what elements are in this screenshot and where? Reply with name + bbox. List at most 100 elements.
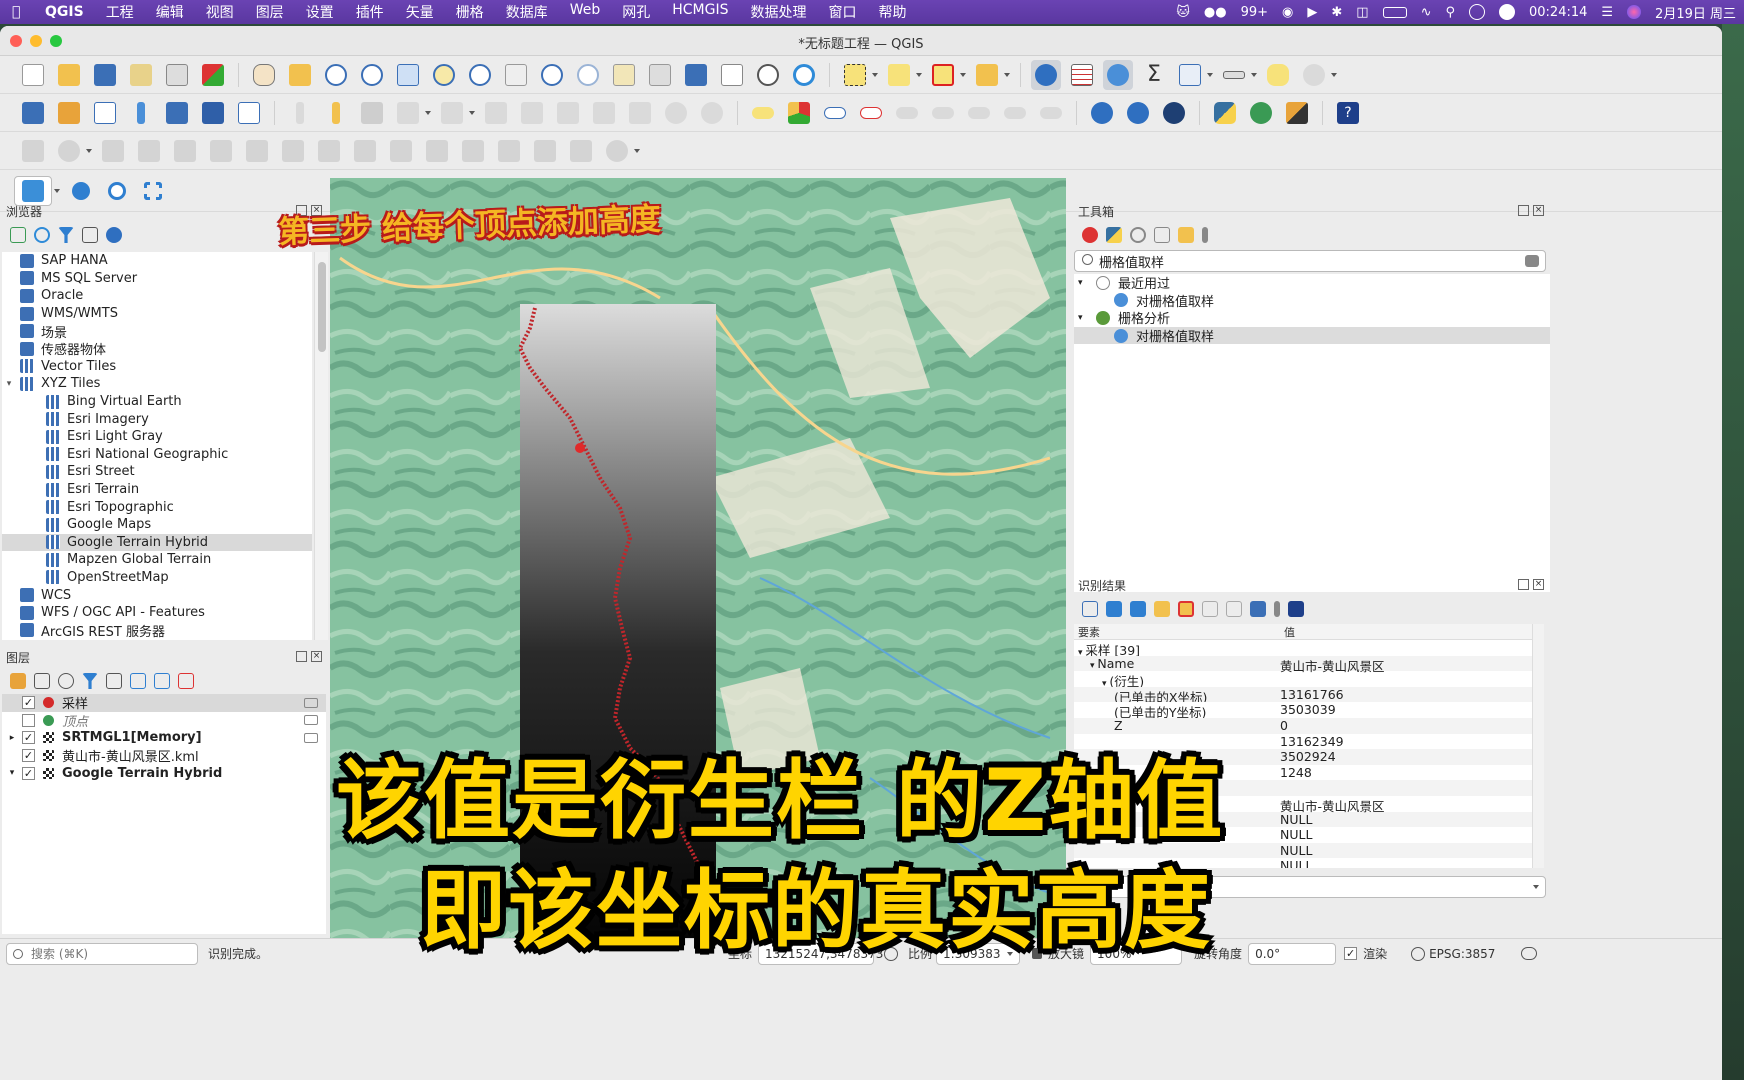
algorithm-group[interactable]: ▾ 栅格分析 bbox=[1074, 309, 1550, 327]
zoom-last-button[interactable] bbox=[537, 60, 567, 90]
menu-item[interactable]: 编辑 bbox=[145, 2, 195, 22]
collapse-all-icon[interactable] bbox=[154, 673, 170, 689]
zoom-out-button[interactable] bbox=[357, 60, 387, 90]
float-icon[interactable] bbox=[296, 651, 307, 662]
merge-attributes-button[interactable] bbox=[566, 136, 596, 166]
measure-button[interactable] bbox=[1219, 60, 1249, 90]
identify-row[interactable]: ▾ (衍生) bbox=[1074, 671, 1534, 687]
delete-part-button[interactable] bbox=[278, 136, 308, 166]
zoom-layer-button[interactable] bbox=[465, 60, 495, 90]
browser-item[interactable]: Google Terrain Hybrid bbox=[2, 533, 312, 552]
pin-labels-button[interactable] bbox=[820, 98, 850, 128]
identify-row[interactable]: ▾ Name 黄山市-黄山风景区 bbox=[1074, 655, 1534, 674]
options-wrench-icon[interactable] bbox=[1202, 227, 1208, 243]
layer-visibility-checkbox[interactable]: ✓ bbox=[22, 766, 35, 780]
browser-item[interactable]: Vector Tiles bbox=[2, 358, 312, 376]
cat-icon[interactable]: 🐱 bbox=[1176, 5, 1190, 20]
show-hide-labels-button[interactable] bbox=[928, 98, 958, 128]
browser-item[interactable]: 传感器物体 bbox=[2, 340, 312, 358]
redo-button[interactable] bbox=[697, 98, 727, 128]
sync-button[interactable] bbox=[1246, 98, 1276, 128]
browser-item[interactable]: Esri Terrain bbox=[2, 481, 312, 499]
chevron-down-icon[interactable] bbox=[960, 72, 966, 77]
select-by-value-button[interactable] bbox=[884, 60, 914, 90]
browser-item[interactable]: ArcGIS REST 服务器 bbox=[2, 621, 312, 640]
rotate-symbols-button[interactable] bbox=[602, 136, 632, 166]
identify-row[interactable]: (已单击的X坐标) 13161766 bbox=[1074, 686, 1534, 703]
battery-icon[interactable] bbox=[1382, 6, 1407, 18]
pause-icon[interactable] bbox=[1469, 4, 1485, 20]
browser-item[interactable]: Oracle bbox=[2, 287, 312, 305]
layer-item[interactable]: ▸ ✓ SRTMGL1[Memory] bbox=[2, 729, 326, 747]
pan-to-selection-button[interactable] bbox=[285, 60, 315, 90]
browser-item[interactable]: Esri Imagery bbox=[2, 410, 312, 428]
new-project-button[interactable] bbox=[18, 60, 48, 90]
browser-scrollbar[interactable] bbox=[314, 252, 328, 640]
chevron-down-icon[interactable] bbox=[872, 72, 878, 77]
menu-item[interactable]: HCMGIS bbox=[661, 2, 739, 22]
offset-curve-button[interactable] bbox=[350, 136, 380, 166]
crs-button[interactable]: EPSG:3857 bbox=[1429, 947, 1495, 961]
add-mesh-button[interactable] bbox=[198, 98, 228, 128]
add-ring-button[interactable] bbox=[54, 136, 84, 166]
add-group-icon[interactable] bbox=[34, 673, 50, 689]
expand-icon[interactable]: ▾ bbox=[2, 768, 22, 778]
bluetooth-icon[interactable]: ✱ bbox=[1331, 5, 1342, 20]
help-icon[interactable] bbox=[1288, 601, 1304, 617]
python-scripts-icon[interactable] bbox=[1106, 227, 1122, 243]
layer-indicator-icon[interactable] bbox=[304, 732, 318, 743]
rotation-spinbox[interactable]: 0.0° bbox=[1248, 942, 1337, 965]
change-label-button[interactable] bbox=[1000, 98, 1030, 128]
menu-item[interactable]: 设置 bbox=[295, 2, 345, 22]
clear-results-icon[interactable] bbox=[1178, 601, 1194, 617]
vertex-tool-button[interactable] bbox=[437, 98, 467, 128]
clear-search-icon[interactable] bbox=[1525, 255, 1539, 267]
digitize-button[interactable] bbox=[126, 98, 156, 128]
chat-icon[interactable]: ◉ bbox=[1282, 5, 1293, 20]
attribute-table-button[interactable] bbox=[1067, 60, 1097, 90]
copy-button[interactable] bbox=[589, 98, 619, 128]
toolbox-button[interactable] bbox=[1103, 59, 1133, 90]
locator-search-input[interactable]: 搜索 (⌘K) bbox=[6, 942, 198, 965]
identify-button[interactable] bbox=[1031, 59, 1061, 90]
menu-app[interactable]: QGIS bbox=[34, 4, 95, 20]
toolbox-search-input[interactable]: 栅格值取样 bbox=[1074, 250, 1546, 272]
cad-button[interactable] bbox=[18, 136, 48, 166]
chevron-down-icon[interactable] bbox=[1331, 72, 1337, 77]
help-button[interactable]: ? bbox=[1333, 98, 1363, 128]
zoom-full-button[interactable] bbox=[393, 60, 423, 90]
fill-ring-button[interactable] bbox=[206, 136, 236, 166]
browser-item[interactable]: ▾ XYZ Tiles bbox=[2, 375, 312, 393]
collapse-all-icon[interactable] bbox=[82, 227, 98, 243]
label-properties-button[interactable] bbox=[1036, 98, 1066, 128]
print-icon[interactable] bbox=[1226, 601, 1242, 617]
chevron-down-icon[interactable] bbox=[425, 110, 431, 115]
current-edits-button[interactable] bbox=[321, 98, 351, 128]
trim-extend-button[interactable] bbox=[422, 136, 452, 166]
grass-button[interactable] bbox=[1282, 98, 1312, 128]
browser-item[interactable]: Mapzen Global Terrain bbox=[2, 551, 312, 569]
menu-item[interactable]: 图层 bbox=[245, 2, 295, 22]
select-features-button[interactable] bbox=[840, 60, 870, 90]
metasearch-button[interactable] bbox=[1087, 98, 1117, 128]
open-project-button[interactable] bbox=[54, 60, 84, 90]
browser-item[interactable]: WCS bbox=[2, 586, 312, 604]
browser-item[interactable]: Bing Virtual Earth bbox=[2, 393, 312, 411]
diagram-button[interactable] bbox=[784, 98, 814, 128]
refresh-button[interactable] bbox=[789, 60, 819, 90]
pan-button[interactable] bbox=[249, 60, 279, 90]
save-edits-button[interactable] bbox=[357, 98, 387, 128]
float-icon[interactable] bbox=[1518, 205, 1529, 216]
digitize-line-button[interactable] bbox=[393, 98, 423, 128]
menu-item[interactable]: 插件 bbox=[345, 2, 395, 22]
crs-icon[interactable] bbox=[1411, 946, 1426, 961]
chevron-down-icon[interactable] bbox=[1207, 72, 1213, 77]
layer-visibility-checkbox[interactable]: ✓ bbox=[22, 731, 35, 745]
expand-tree-icon[interactable] bbox=[1106, 601, 1122, 617]
menu-item[interactable]: Web bbox=[559, 2, 612, 22]
menu-item[interactable]: 数据库 bbox=[495, 2, 559, 22]
reverse-line-button[interactable] bbox=[386, 136, 416, 166]
undo-button[interactable] bbox=[661, 98, 691, 128]
paste-button[interactable] bbox=[625, 98, 655, 128]
render-checkbox[interactable]: ✓ bbox=[1344, 947, 1358, 960]
